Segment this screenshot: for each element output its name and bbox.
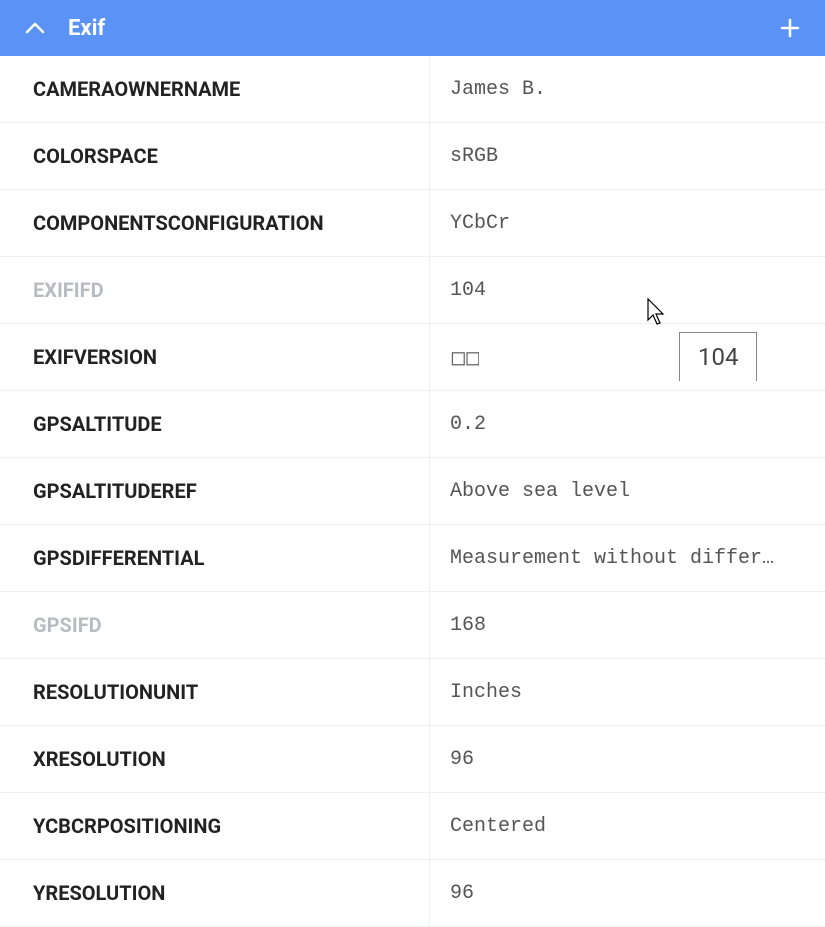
exif-key: EXIFVERSION — [0, 324, 430, 390]
panel-header: Exif — [0, 0, 825, 56]
exif-value: Measurement without differ… — [430, 525, 825, 591]
exif-row[interactable]: COLORSPACEsRGB — [0, 123, 825, 190]
exif-key: GPSIFD — [0, 592, 430, 658]
exif-row[interactable]: YCBCRPOSITIONINGCentered — [0, 793, 825, 860]
exif-rows: CAMERAOWNERNAMEJames B.COLORSPACEsRGBCOM… — [0, 56, 825, 927]
exif-key: EXIFIFD — [0, 257, 430, 323]
exif-row[interactable]: CAMERAOWNERNAMEJames B. — [0, 56, 825, 123]
chevron-up-icon — [25, 21, 45, 35]
panel-title: Exif — [68, 16, 775, 41]
exif-key: GPSALTITUDEREF — [0, 458, 430, 524]
add-button[interactable] — [775, 13, 805, 43]
exif-key: GPSALTITUDE — [0, 391, 430, 457]
plus-icon — [780, 18, 800, 38]
exif-row[interactable]: YRESOLUTION96 — [0, 860, 825, 927]
exif-row[interactable]: GPSALTITUDEREFAbove sea level — [0, 458, 825, 525]
tooltip: 104 — [679, 332, 757, 381]
exif-row[interactable]: GPSIFD168 — [0, 592, 825, 659]
exif-key: XRESOLUTION — [0, 726, 430, 792]
exif-key: GPSDIFFERENTIAL — [0, 525, 430, 591]
exif-value: YCbCr — [430, 190, 825, 256]
exif-key: COMPONENTSCONFIGURATION — [0, 190, 430, 256]
exif-value: 168 — [430, 592, 825, 658]
exif-value: 0.2 — [430, 391, 825, 457]
exif-value: 96 — [430, 860, 825, 926]
exif-row[interactable]: GPSDIFFERENTIALMeasurement without diffe… — [0, 525, 825, 592]
exif-value: Above sea level — [430, 458, 825, 524]
exif-value: sRGB — [430, 123, 825, 189]
exif-row[interactable]: XRESOLUTION96 — [0, 726, 825, 793]
exif-value: 104 — [430, 257, 825, 323]
exif-value: James B. — [430, 56, 825, 122]
exif-value: Centered — [430, 793, 825, 859]
exif-row[interactable]: EXIFIFD104 — [0, 257, 825, 324]
exif-key: COLORSPACE — [0, 123, 430, 189]
exif-key: YCBCRPOSITIONING — [0, 793, 430, 859]
exif-row[interactable]: GPSALTITUDE0.2 — [0, 391, 825, 458]
collapse-toggle[interactable] — [20, 13, 50, 43]
exif-key: YRESOLUTION — [0, 860, 430, 926]
exif-key: RESOLUTIONUNIT — [0, 659, 430, 725]
exif-value: 96 — [430, 726, 825, 792]
exif-value: ◻◻ — [430, 324, 825, 390]
exif-row[interactable]: RESOLUTIONUNITInches — [0, 659, 825, 726]
exif-row[interactable]: COMPONENTSCONFIGURATIONYCbCr — [0, 190, 825, 257]
tooltip-value: 104 — [698, 343, 738, 371]
exif-key: CAMERAOWNERNAME — [0, 56, 430, 122]
exif-value: Inches — [430, 659, 825, 725]
